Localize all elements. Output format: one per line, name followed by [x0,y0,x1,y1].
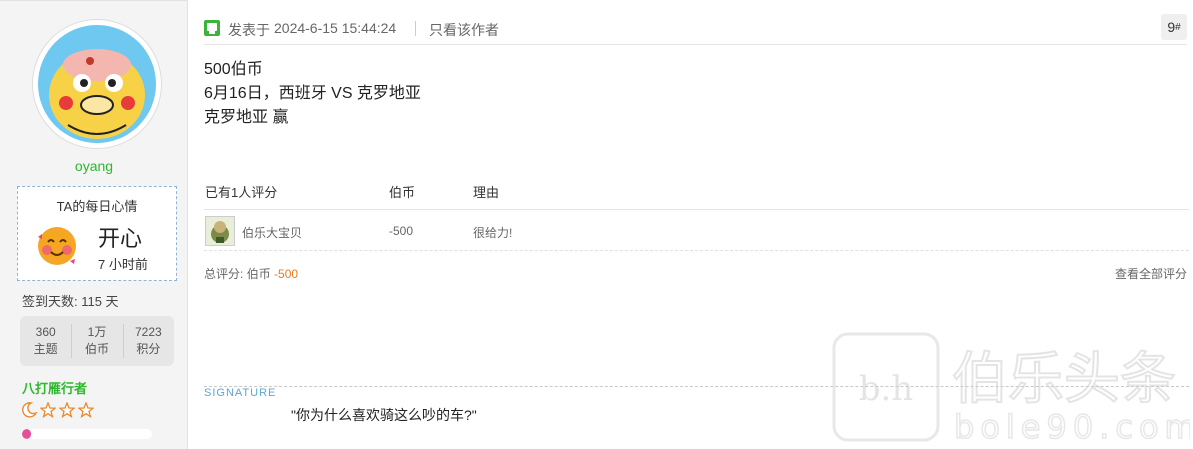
stat-topics[interactable]: 360 主题 [20,316,71,366]
rater-name[interactable]: 伯乐大宝贝 [242,224,302,241]
floor-number[interactable]: 9 # [1161,14,1187,40]
stat-label: 伯币 [84,342,109,356]
rater-avatar[interactable] [205,216,235,246]
avatar-image [38,25,156,143]
header-divider [415,21,416,36]
total-currency: 伯币 [246,267,271,281]
post-line: 500伯币 [204,61,263,78]
site-watermark: b.h 伯乐头条 bole90.com [832,330,1193,447]
rating-amount: -500 [389,224,414,238]
happy-face-icon [36,225,78,267]
rating-reason: 很给力! [473,226,513,240]
post-online-icon [204,20,220,36]
total-amount: -500 [274,267,299,281]
only-author-link[interactable]: 只看该作者 [429,20,499,40]
rating-count[interactable]: 已有1人评分 [205,182,277,201]
post-content: 500伯币 6月16日，西班牙 VS 克罗地亚 克罗地亚 赢 [204,58,421,130]
total-label: 总评分: [204,267,244,281]
mood-title: TA的每日心情 [56,199,138,214]
rank-stars [21,401,95,423]
signature-text: "你为什么喜欢骑这么吵的车?" [291,407,477,423]
watermark-text: 伯乐头条 [952,347,1176,412]
stat-points[interactable]: 7223 积分 [122,316,174,366]
signin-days: 签到天数: 115 天 [22,294,119,309]
user-stats: 360 主题 1万 伯币 7223 积分 [20,316,174,366]
stat-label: 积分 [136,342,161,356]
rating-total: 总评分: 伯币 -500 [204,265,298,282]
user-rank[interactable]: 八打雁行者 [22,378,87,397]
star-icon [58,401,76,423]
svg-text:b.h: b.h [859,369,913,409]
star-icon [77,401,95,423]
avatar[interactable] [32,19,162,149]
daily-mood-box: TA的每日心情 开心 7 小时前 [17,186,177,281]
user-panel: oyang TA的每日心情 开心 7 小时前 签到天数: 115 天 360 主… [0,0,188,449]
floor-number-value: 9 [1167,19,1176,35]
mood-text: 开心 [98,226,143,251]
rating-reason-header: 理由 [473,185,500,200]
post-line: 6月16日，西班牙 VS 克罗地亚 [204,85,421,102]
moon-icon [21,402,38,423]
view-all-ratings-link[interactable]: 查看全部评分 [1115,265,1187,282]
rating-row: 伯乐大宝贝 -500 很给力! [204,211,1189,251]
watermark-url: bole90.com [954,408,1190,445]
star-icon [39,401,57,423]
stat-value: 360 [35,325,56,339]
post-line: 克罗地亚 赢 [204,109,289,126]
floor-suffix: # [1175,21,1181,33]
posted-label: 发表于 [228,22,270,38]
stat-label: 主题 [33,342,58,356]
username-link[interactable]: oyang [0,158,188,174]
rating-currency-header: 伯币 [389,185,416,200]
signature-label: SIGNATURE [204,387,280,399]
rank-progress-bar [22,429,152,439]
rating-header: 已有1人评分 伯币 理由 [204,180,1189,210]
post-header: 发表于 2024-6-15 15:44:24 只看该作者 9 # [204,12,1187,45]
stat-value: 7223 [134,325,162,339]
mood-time: 7 小时前 [98,257,148,272]
posted-time: 2024-6-15 15:44:24 [274,20,397,36]
rank-progress-fill [22,429,32,439]
stat-coins[interactable]: 1万 伯币 [71,316,122,366]
stat-value: 1万 [87,325,107,339]
